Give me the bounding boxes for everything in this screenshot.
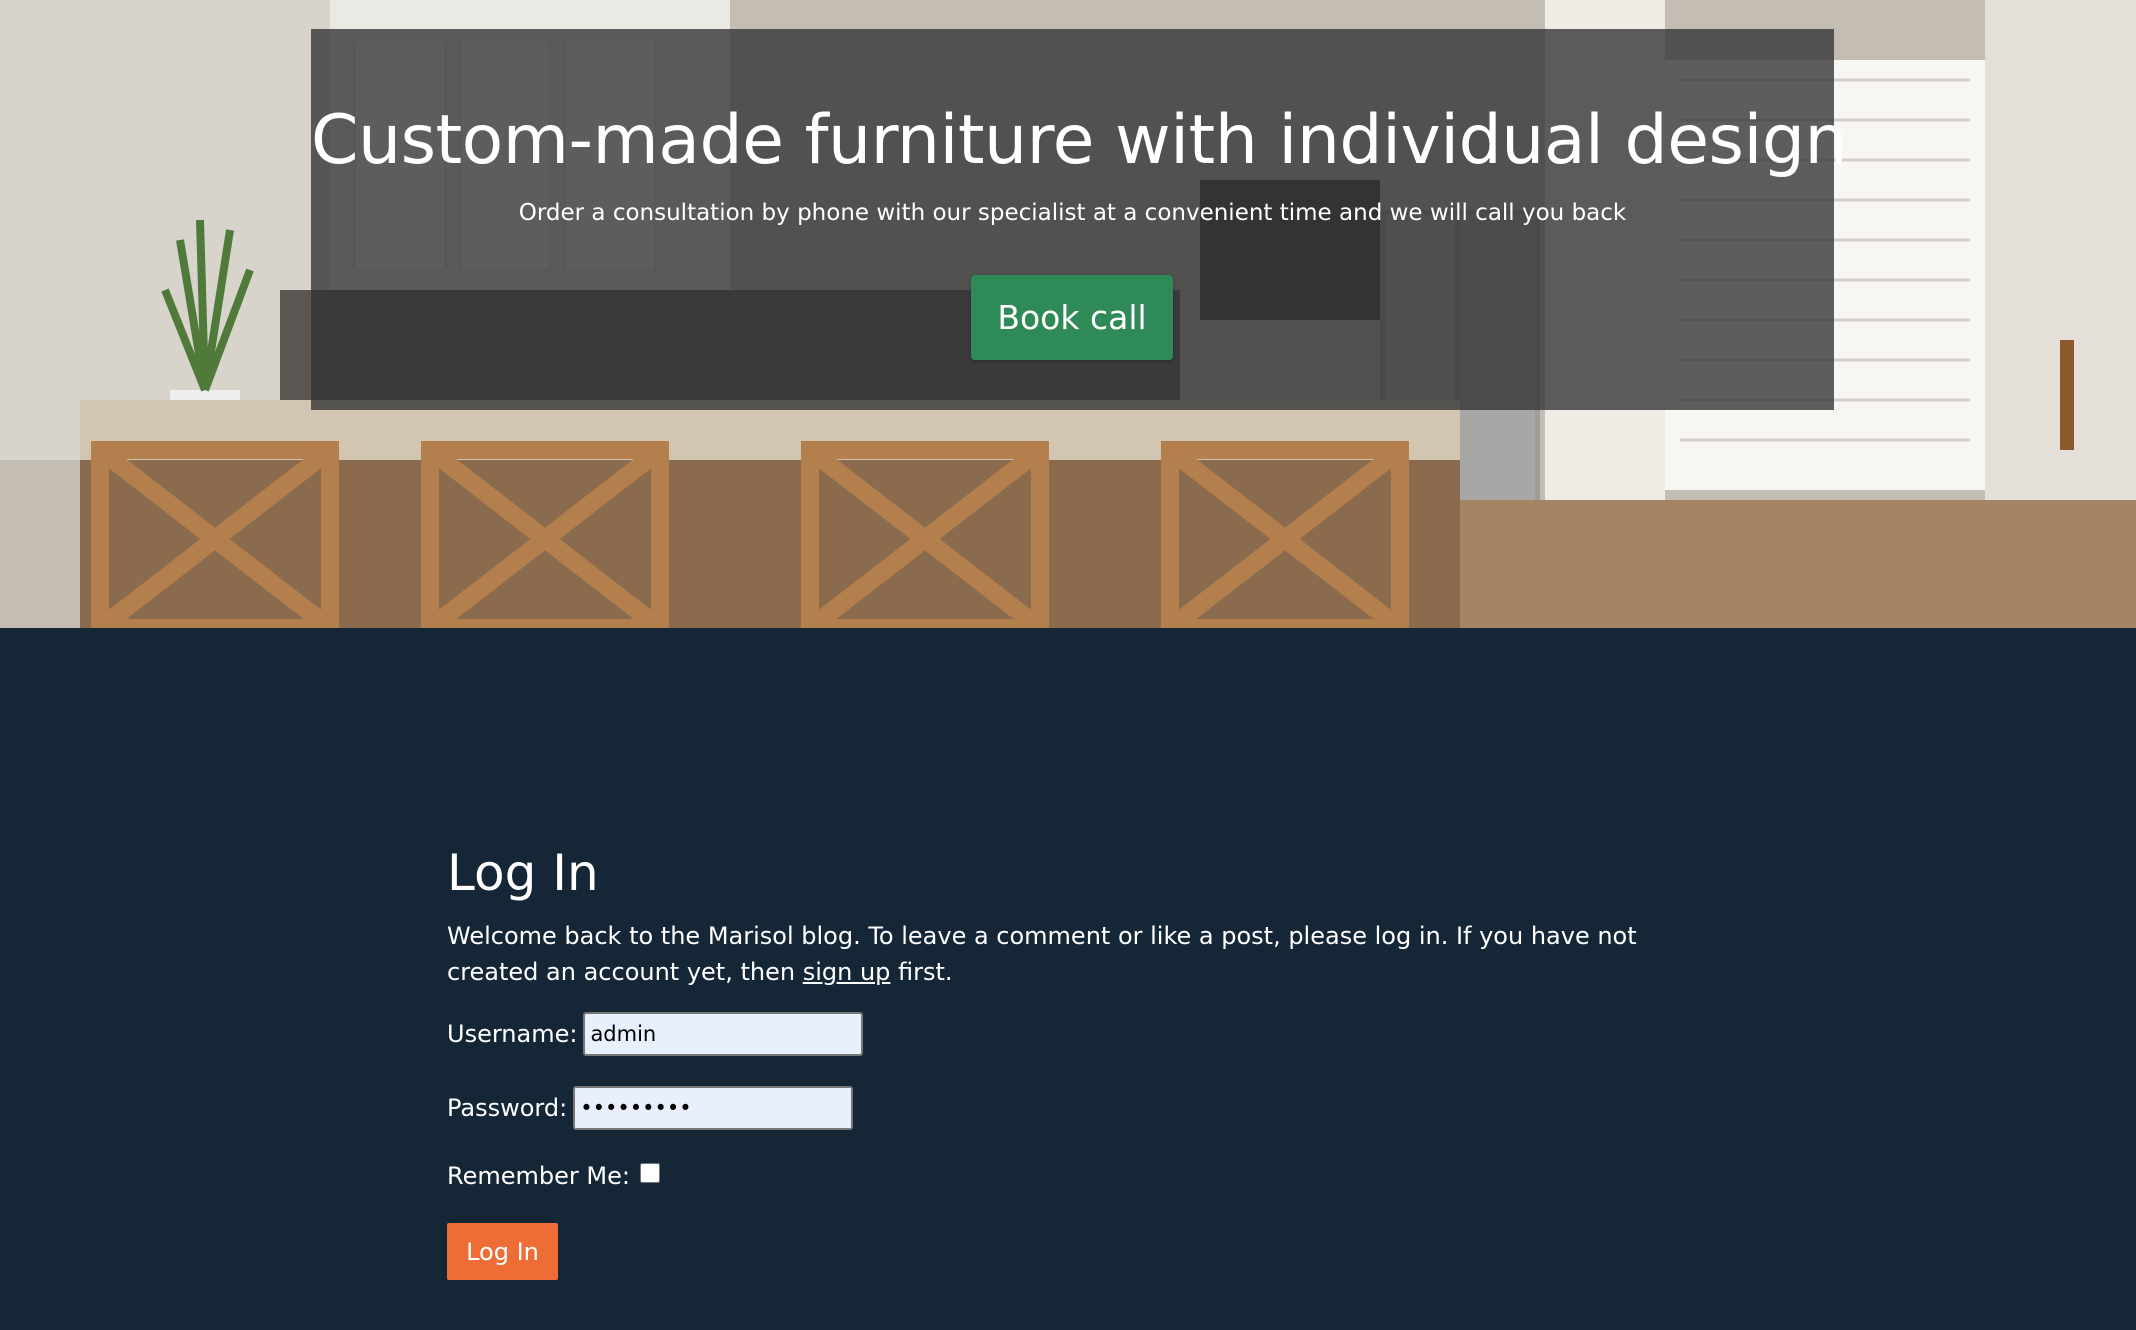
username-input[interactable] — [583, 1012, 864, 1056]
hero-overlay-panel: Custom-made furniture with individual de… — [311, 29, 1848, 410]
login-intro-text: Welcome back to the Marisol blog. To lea… — [447, 918, 1717, 990]
remember-row: Remember Me: — [447, 1154, 1727, 1198]
sign-up-link[interactable]: sign up — [803, 958, 891, 986]
password-input[interactable] — [573, 1086, 854, 1130]
book-call-button[interactable]: Book call — [971, 275, 1173, 360]
login-title: Log In — [447, 844, 599, 902]
password-row: Password: — [447, 1086, 1727, 1130]
log-in-button[interactable]: Log In — [447, 1223, 558, 1280]
username-row: Username: — [447, 1012, 1727, 1056]
login-section: Log In Welcome back to the Marisol blog.… — [447, 840, 1727, 1280]
hero-subtitle: Order a consultation by phone with our s… — [518, 200, 1627, 226]
username-label: Username: — [447, 1020, 578, 1048]
hero-banner: Custom-made furniture with individual de… — [0, 0, 2136, 628]
remember-me-checkbox[interactable] — [639, 1163, 660, 1183]
hero-title: Custom-made furniture with individual de… — [311, 101, 1848, 180]
intro-text-before: Welcome back to the Marisol blog. To lea… — [447, 922, 1637, 986]
intro-text-after: first. — [890, 958, 953, 986]
password-label: Password: — [447, 1094, 568, 1122]
remember-me-label: Remember Me: — [447, 1162, 630, 1190]
login-form: Username: Password: Remember Me: Log In — [447, 1012, 1727, 1280]
